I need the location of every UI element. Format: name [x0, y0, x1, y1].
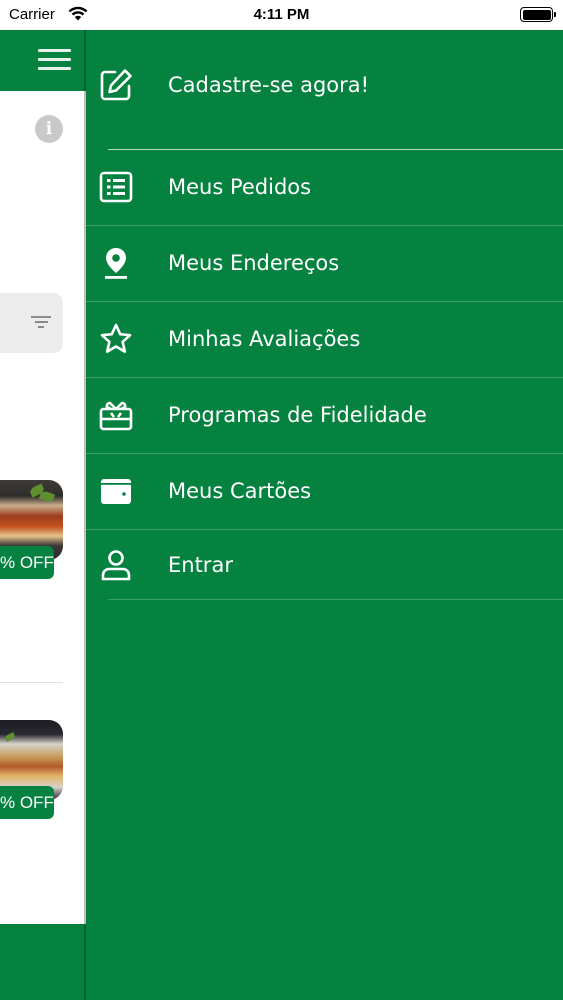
divider — [0, 682, 63, 683]
app-header — [0, 30, 86, 91]
gift-icon — [99, 401, 133, 431]
side-drawer-menu: Cadastre-se agora! Meus Pedidos Meus End… — [84, 30, 563, 1000]
menu-item-addresses[interactable]: Meus Endereços — [86, 225, 563, 301]
menu-item-cards[interactable]: Meus Cartões — [86, 453, 563, 529]
info-icon[interactable]: i — [35, 115, 63, 143]
bottom-bar — [0, 924, 86, 1000]
discount-badge: % OFF — [0, 786, 54, 819]
star-icon — [100, 323, 132, 353]
menu-item-label: Meus Pedidos — [168, 175, 312, 199]
menu-item-label: Cadastre-se agora! — [168, 73, 370, 97]
menu-item-reviews[interactable]: Minhas Avaliações — [86, 301, 563, 377]
menu-item-loyalty-programs[interactable]: Programas de Fidelidade — [86, 377, 563, 453]
location-pin-icon — [105, 248, 127, 279]
menu-item-label: Minhas Avaliações — [168, 327, 361, 351]
search-filter-box[interactable] — [0, 293, 63, 353]
menu-item-label: Entrar — [168, 553, 233, 577]
battery-icon — [520, 7, 556, 22]
user-icon — [101, 550, 131, 581]
menu-item-login[interactable]: Entrar — [86, 529, 563, 601]
menu-item-label: Meus Endereços — [168, 251, 340, 275]
hamburger-menu-icon[interactable] — [38, 49, 71, 71]
order-list-icon — [99, 171, 133, 203]
filter-icon[interactable] — [31, 316, 51, 330]
wallet-icon — [101, 479, 131, 504]
background-screen: i % OFF % OFF — [0, 30, 86, 1000]
clock: 4:11 PM — [253, 6, 310, 23]
menu-item-label: Meus Cartões — [168, 479, 312, 503]
edit-icon — [100, 69, 132, 101]
discount-badge: % OFF — [0, 546, 54, 579]
status-bar: Carrier 4:11 PM — [0, 0, 563, 30]
menu-item-label: Programas de Fidelidade — [168, 403, 427, 427]
divider — [108, 599, 563, 600]
menu-item-orders[interactable]: Meus Pedidos — [86, 149, 563, 225]
menu-item-signup[interactable]: Cadastre-se agora! — [86, 47, 563, 123]
